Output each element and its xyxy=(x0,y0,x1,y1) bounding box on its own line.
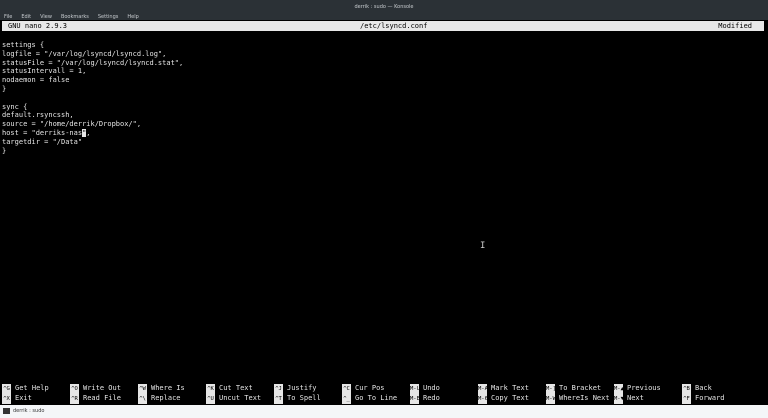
menu-edit[interactable]: Edit xyxy=(21,14,31,20)
shortcut-label: Replace xyxy=(151,394,181,402)
shortcut-item[interactable]: ^_ Go To Line xyxy=(342,393,397,404)
shortcut-label: Back xyxy=(695,384,712,392)
taskbar: derrik : sudo xyxy=(0,405,768,418)
shortcut-key: M-▼ xyxy=(614,394,624,404)
shortcut-item[interactable]: ^T To Spell xyxy=(274,393,321,404)
shortcut-item[interactable]: M-E Redo xyxy=(410,393,440,404)
shortcut-key: ^X xyxy=(2,394,11,404)
taskbar-item-label: derrik : sudo xyxy=(13,408,45,414)
menu-settings[interactable]: Settings xyxy=(98,14,119,20)
shortcut-label: Mark Text xyxy=(491,384,529,392)
shortcut-item[interactable]: M-W WhereIs Next xyxy=(546,393,610,404)
shortcut-label: Go To Line xyxy=(355,394,398,402)
shortcut-label: To Spell xyxy=(287,394,321,402)
shortcut-key: ^F xyxy=(682,394,691,404)
shortcut-key: ^\ xyxy=(138,394,147,404)
shortcut-label: Redo xyxy=(423,394,440,402)
shortcut-label: WhereIs Next xyxy=(559,394,610,402)
shortcut-label: Where Is xyxy=(151,384,185,392)
shortcut-key: ^T xyxy=(274,394,283,404)
shortcut-item[interactable]: M-▼ Next xyxy=(614,393,644,404)
nano-header: GNU nano 2.9.3 /etc/lsyncd.conf Modified xyxy=(2,21,764,31)
window-titlebar: derrik : sudo — Konsole File Edit View B… xyxy=(0,0,768,20)
terminal-icon xyxy=(3,408,10,414)
shortcut-label: Uncut Text xyxy=(219,394,262,402)
shortcut-item[interactable]: ^U Uncut Text xyxy=(206,393,261,404)
shortcut-label: Copy Text xyxy=(491,394,529,402)
editor-text[interactable]: settings { logfile = "/var/log/lsyncd/ls… xyxy=(2,41,183,155)
shortcut-label: Get Help xyxy=(15,384,49,392)
taskbar-item[interactable]: derrik : sudo xyxy=(3,408,44,414)
nano-version: GNU nano 2.9.3 xyxy=(8,22,68,30)
modified-status: Modified xyxy=(718,22,752,30)
menu-view[interactable]: View xyxy=(40,14,52,20)
shortcut-label: Justify xyxy=(287,384,317,392)
window-title: derrik : sudo — Konsole xyxy=(354,4,414,10)
shortcut-key: ^R xyxy=(70,394,79,404)
menu-bar: File Edit View Bookmarks Settings Help xyxy=(4,14,139,20)
shortcut-item[interactable]: ^R Read File xyxy=(70,393,121,404)
shortcut-item[interactable]: M-6 Copy Text xyxy=(478,393,529,404)
shortcut-key: ^U xyxy=(206,394,215,404)
shortcut-bar: ^G Get Help ^O Write Out ^W Where Is ^K Cut Tex… xyxy=(2,383,764,404)
shortcut-label: Write Out xyxy=(83,384,121,392)
shortcut-label: Undo xyxy=(423,384,440,392)
shortcut-label: Exit xyxy=(15,394,32,402)
shortcut-label: Next xyxy=(627,394,644,402)
shortcut-key: M-6 xyxy=(478,394,488,404)
editor-text-before: settings { logfile = "/var/log/lsyncd/ls… xyxy=(2,41,184,137)
shortcut-label: Cut Text xyxy=(219,384,253,392)
shortcut-key: ^_ xyxy=(342,394,351,404)
file-name: /etc/lsyncd.conf xyxy=(360,22,428,30)
shortcut-item[interactable]: ^\ Replace xyxy=(138,393,181,404)
shortcut-label: To Bracket xyxy=(559,384,602,392)
shortcut-key: M-E xyxy=(410,394,420,404)
shortcut-item[interactable]: ^F Forward xyxy=(682,393,725,404)
shortcut-key: M-W xyxy=(546,394,556,404)
shortcut-label: Forward xyxy=(695,394,725,402)
shortcut-label: Read File xyxy=(83,394,121,402)
menu-file[interactable]: File xyxy=(4,14,12,20)
shortcut-label: Cur Pos xyxy=(355,384,385,392)
mouse-ibeam-icon: I xyxy=(480,241,486,251)
menu-help[interactable]: Help xyxy=(127,14,138,20)
shortcut-item[interactable]: ^X Exit xyxy=(2,393,32,404)
menu-bookmarks[interactable]: Bookmarks xyxy=(61,14,89,20)
shortcut-label: Previous xyxy=(627,384,661,392)
